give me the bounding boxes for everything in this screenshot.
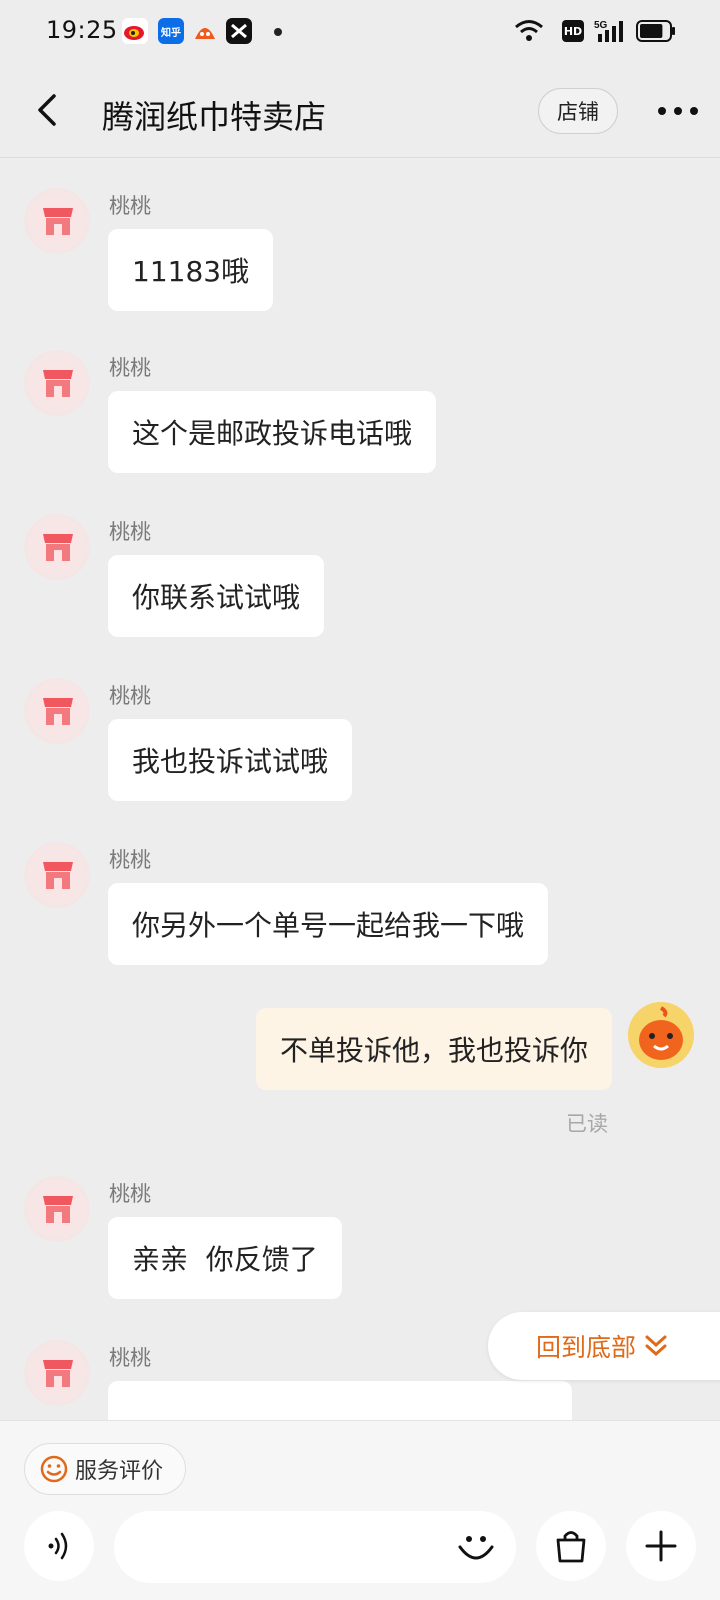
sender-name: 桃桃 [109, 194, 151, 218]
status-time: 19:25 [46, 16, 118, 44]
message-bubble[interactable] [108, 1381, 572, 1420]
chat-header: 腾润纸巾特卖店 店铺 [0, 64, 720, 158]
shop-avatar[interactable] [24, 188, 90, 254]
products-button[interactable] [536, 1511, 606, 1581]
hd-badge: HD [562, 20, 584, 42]
shop-avatar[interactable] [24, 678, 90, 744]
more-actions-button[interactable] [626, 1511, 696, 1581]
voice-button[interactable] [24, 1511, 94, 1581]
battery-icon [636, 20, 675, 42]
service-rating-label: 服务评价 [75, 1459, 164, 1484]
message-bubble[interactable]: 你另外一个单号一起给我一下哦 [108, 883, 549, 965]
shopping-bag-icon [556, 1531, 586, 1563]
storefront-icon [43, 534, 73, 561]
back-button[interactable] [30, 92, 66, 128]
bottom-input-bar: 服务评价 [0, 1420, 720, 1600]
mascot-icon [628, 1002, 694, 1068]
sender-name: 桃桃 [109, 520, 151, 544]
double-chevron-down-icon [645, 1335, 667, 1357]
service-rating-button[interactable]: 服务评价 [24, 1443, 186, 1495]
plus-icon [645, 1530, 677, 1562]
signal-icon: 5G [594, 20, 623, 42]
back-to-bottom-label: 回到底部 [536, 1333, 637, 1362]
page-title: 腾润纸巾特卖店 [102, 98, 327, 136]
storefront-icon [43, 698, 73, 725]
zhihu-label: 知乎 [161, 27, 181, 39]
wifi-icon [515, 20, 543, 41]
message-bubble[interactable]: 亲亲 你反馈了 [108, 1217, 342, 1299]
shop-avatar[interactable] [24, 350, 90, 416]
network-label: 5G [594, 20, 608, 31]
storefront-icon [43, 1196, 73, 1223]
storefront-icon [43, 370, 73, 397]
shop-avatar[interactable] [24, 514, 90, 580]
storefront-icon [43, 208, 73, 235]
storefront-icon [43, 862, 73, 889]
my-avatar[interactable] [628, 1002, 694, 1068]
zhihu-icon: 知乎 [158, 18, 184, 44]
emoji-button[interactable] [454, 1525, 498, 1569]
smiley-icon [40, 1455, 68, 1483]
sender-name: 桃桃 [109, 1346, 151, 1370]
status-bar: 19:25 知乎 HD 5G [0, 0, 720, 64]
message-bubble[interactable]: 11183哦 [108, 229, 274, 311]
back-to-bottom-button[interactable]: 回到底部 [488, 1312, 720, 1380]
message-bubble[interactable]: 你联系试试哦 [108, 555, 325, 637]
read-status: 已读 [566, 1112, 608, 1136]
sender-name: 桃桃 [109, 684, 151, 708]
sender-name: 桃桃 [109, 848, 151, 872]
shop-avatar[interactable] [24, 1340, 90, 1406]
more-options-icon[interactable] [656, 94, 700, 128]
sender-name: 桃桃 [109, 356, 151, 380]
weibo-icon [122, 18, 148, 44]
message-list[interactable]: 桃桃 11183哦 桃桃 这个是邮政投诉电话哦 桃桃 你联系试试哦 桃桃 我也投… [0, 158, 720, 1420]
storefront-icon [43, 1360, 73, 1387]
my-message-bubble[interactable]: 不单投诉他，我也投诉你 [255, 1008, 612, 1090]
shop-avatar[interactable] [24, 842, 90, 908]
shop-avatar[interactable] [24, 1176, 90, 1242]
notification-dot [274, 28, 282, 36]
sender-name: 桃桃 [109, 1182, 151, 1206]
taobao-icon [192, 18, 218, 44]
voice-icon [48, 1532, 68, 1560]
capcut-icon [226, 18, 252, 44]
message-bubble[interactable]: 这个是邮政投诉电话哦 [108, 391, 437, 473]
shop-button[interactable]: 店铺 [538, 88, 618, 134]
message-bubble[interactable]: 我也投诉试试哦 [108, 719, 353, 801]
